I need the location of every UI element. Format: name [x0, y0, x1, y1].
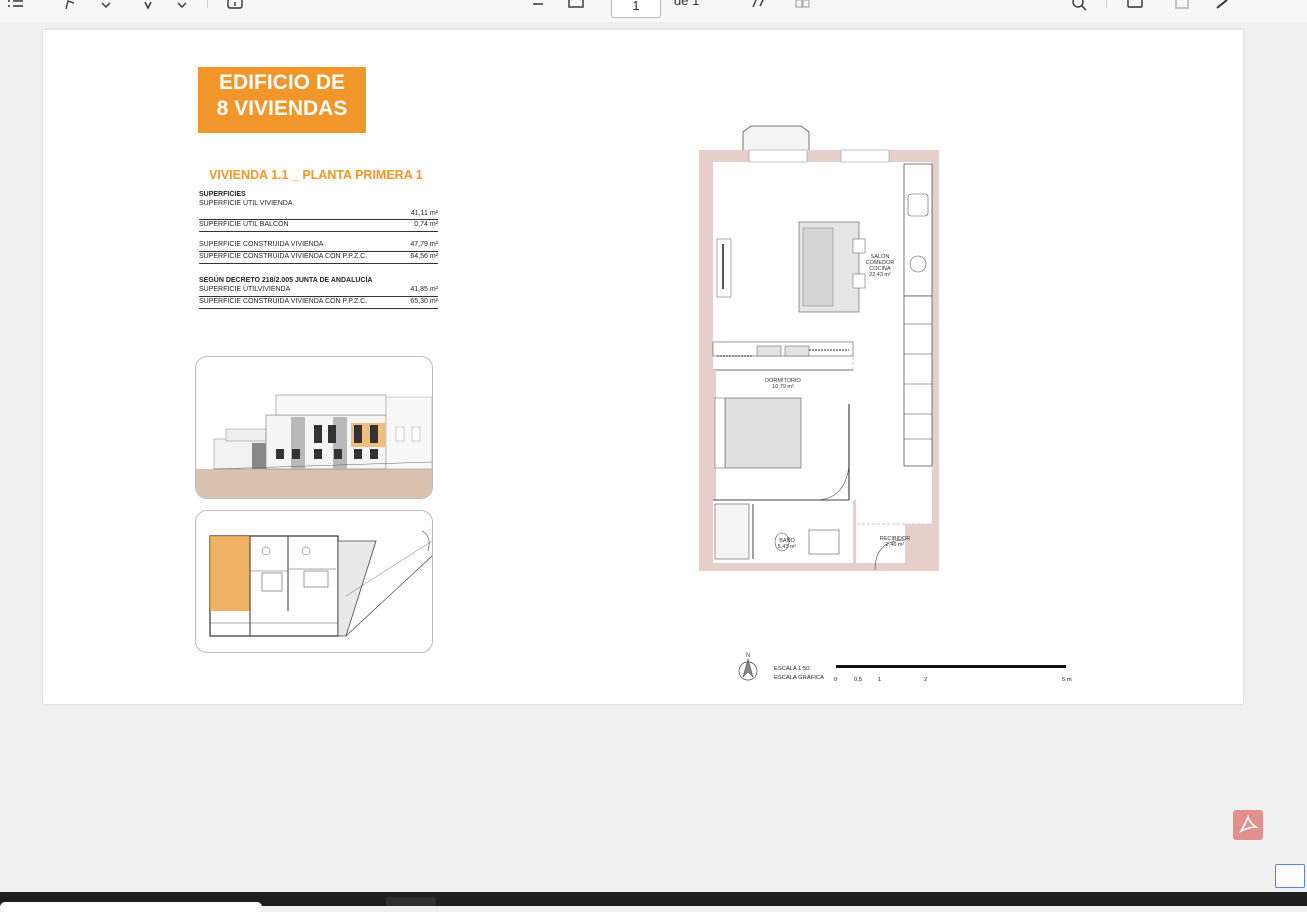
surface-row: SUPERFICIE CONSTRUIDA VIVIENDA 47,79 m² — [199, 240, 438, 252]
window-resize-handle[interactable] — [1275, 864, 1305, 888]
room-area: 22,43 m² — [869, 272, 891, 278]
surface-value: 41,11 m² — [410, 210, 438, 217]
info-icon[interactable] — [225, 0, 245, 14]
two-page-icon[interactable] — [792, 0, 812, 14]
edit-icon[interactable] — [1213, 0, 1233, 14]
scale-tick: 0 — [834, 677, 838, 683]
scale-tick: 1 — [878, 677, 882, 683]
surfaces-table: SUPERFICIES SUPERFICIE ÚTIL VIVIENDA 41,… — [199, 190, 438, 309]
surface-row: SUPERFICIE ÚTILVIVIENDA 41,85 m² — [199, 285, 438, 297]
surface-label: SUPERFICIE CONSTRUIDA VIVIENDA — [199, 241, 324, 248]
rotate-icon[interactable] — [748, 0, 768, 14]
chevron-down-icon[interactable] — [172, 0, 192, 14]
surface-label: SUPERFICIE ÚTILVIVIENDA — [199, 286, 291, 293]
page-count: de 1 — [674, 0, 700, 8]
chevron-down-icon[interactable] — [96, 0, 116, 14]
acrobat-icon[interactable] — [1233, 810, 1263, 840]
scale-bar: N ESCALA 1:50 ESCALA GRÁFICA 0 0,5 1 2 5… — [738, 652, 1085, 692]
scale-tick: 5 m — [1062, 677, 1072, 683]
fit-page-icon[interactable] — [566, 0, 586, 14]
room-area: 10,79 m² — [772, 384, 794, 390]
list-icon[interactable] — [5, 0, 25, 14]
surface-label: SUPERFICIE CONSTRUIDA VIVIENDA CON P.P.Z… — [199, 253, 368, 260]
title-line-1: EDIFICIO DE — [218, 71, 345, 94]
search-icon[interactable] — [1070, 0, 1090, 14]
surface-value: 64,56 m² — [410, 253, 438, 260]
vertical-scrollbar[interactable] — [1301, 22, 1307, 884]
taskbar-button[interactable] — [386, 897, 436, 906]
decree-heading: SEGÚN DECRETO 218/2.005 JUNTA DE ANDALUC… — [199, 277, 373, 284]
scale-tick: 0,5 — [854, 677, 863, 683]
scale-graphic-label: ESCALA GRÁFICA — [774, 675, 824, 681]
room-label: SALÓN — [871, 253, 890, 260]
highlight-icon[interactable] — [138, 0, 158, 14]
surface-label: SUPERFICIE CONSTRUIDA VIVIENDA CON P.P.Z… — [199, 298, 368, 305]
surface-value: 65,30 m² — [410, 298, 438, 305]
toolbar-divider — [1106, 0, 1107, 8]
room-area: 2,46 m² — [886, 542, 905, 548]
scale-ratio: ESCALA 1:50 — [774, 666, 810, 672]
room-area: 5,43 m² — [778, 544, 797, 550]
surface-row: SUPERFICIE ÚTIL VIVIENDA 41,11 m² — [199, 199, 438, 220]
draw-icon[interactable] — [60, 0, 80, 14]
title-line-2: 8 VIVIENDAS — [216, 97, 348, 120]
surface-value: 47,79 m² — [410, 241, 438, 248]
scale-tick: 2 — [924, 677, 928, 683]
surface-label: SUPERFICIE ÚTIL BALCÓN — [199, 221, 289, 228]
floor-plan: SALÓN COMEDOR COCINA 22,43 m² DORMITORIO… — [697, 124, 947, 574]
surface-row: SUPERFICIE CONSTRUIDA VIVIENDA CON P.P.Z… — [199, 252, 438, 264]
north-label: N — [746, 653, 750, 659]
elevation-thumbnail — [195, 356, 433, 499]
page-number-input[interactable]: 1 — [611, 0, 661, 18]
building-title: EDIFICIO DE 8 VIVIENDAS — [198, 67, 366, 133]
surfaces-heading: SUPERFICIES — [199, 191, 246, 198]
print-icon[interactable] — [1125, 0, 1145, 14]
surface-value: 0,74 m² — [414, 221, 438, 228]
zoom-out-icon[interactable] — [528, 0, 548, 14]
surface-label: SUPERFICIE ÚTIL VIVIENDA — [199, 200, 293, 207]
floor-plan-thumbnail — [195, 510, 433, 653]
unit-subtitle: VIVIENDA 1.1 _ PLANTA PRIMERA 1 — [209, 168, 423, 182]
room-label: BAÑO — [779, 537, 795, 544]
taskbar-search[interactable] — [0, 902, 262, 912]
surface-row: SUPERFICIE ÚTIL BALCÓN 0,74 m² — [199, 220, 438, 232]
save-icon[interactable] — [1172, 0, 1192, 14]
scale-line — [836, 665, 1066, 668]
surface-value: 41,85 m² — [410, 286, 438, 293]
toolbar-divider — [207, 0, 208, 8]
north-arrow-icon: N — [738, 653, 758, 681]
surface-row: SUPERFICIE CONSTRUIDA VIVIENDA CON P.P.Z… — [199, 297, 438, 309]
pdf-page: EDIFICIO DE 8 VIVIENDAS VIVIENDA 1.1 _ P… — [43, 30, 1243, 704]
viewer-toolbar: 1 de 1 — [0, 0, 1307, 23]
